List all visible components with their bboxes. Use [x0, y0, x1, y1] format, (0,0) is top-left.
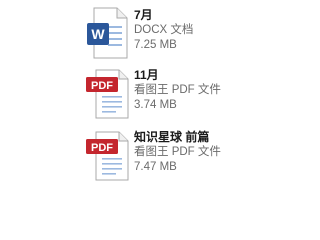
- pdf-icon-label: PDF: [91, 142, 113, 154]
- file-name: 7月: [134, 8, 153, 22]
- file-size: 3.74 MB: [134, 99, 177, 111]
- pdf-document-icon: PDF: [84, 128, 130, 182]
- file-name: 11月: [134, 68, 159, 82]
- file-item-7月[interactable]: W 7月 DOCX 文档 7.25 MB: [78, 6, 278, 62]
- word-document-icon: W: [84, 6, 130, 60]
- pdf-document-icon: PDF: [84, 66, 130, 120]
- file-item-知识星球-前篇[interactable]: PDF 知识星球 前篇 看图王 PDF 文件 7.47 MB: [78, 128, 278, 184]
- file-size: 7.47 MB: [134, 161, 177, 173]
- pdf-icon-label: PDF: [91, 80, 113, 92]
- file-details: 7月 DOCX 文档 7.25 MB: [134, 8, 284, 53]
- file-list: W 7月 DOCX 文档 7.25 MB PDF 11月 看图王 PDF 文件 …: [0, 0, 300, 200]
- file-item-11月[interactable]: PDF 11月 看图王 PDF 文件 3.74 MB: [78, 66, 278, 122]
- file-details: 知识星球 前篇 看图王 PDF 文件 7.47 MB: [134, 130, 284, 175]
- file-type: 看图王 PDF 文件: [134, 84, 221, 96]
- word-icon-letter: W: [91, 26, 105, 42]
- file-type: DOCX 文档: [134, 24, 194, 36]
- file-name: 知识星球 前篇: [134, 130, 210, 144]
- file-type: 看图王 PDF 文件: [134, 146, 221, 158]
- file-details: 11月 看图王 PDF 文件 3.74 MB: [134, 68, 284, 113]
- file-size: 7.25 MB: [134, 39, 177, 51]
